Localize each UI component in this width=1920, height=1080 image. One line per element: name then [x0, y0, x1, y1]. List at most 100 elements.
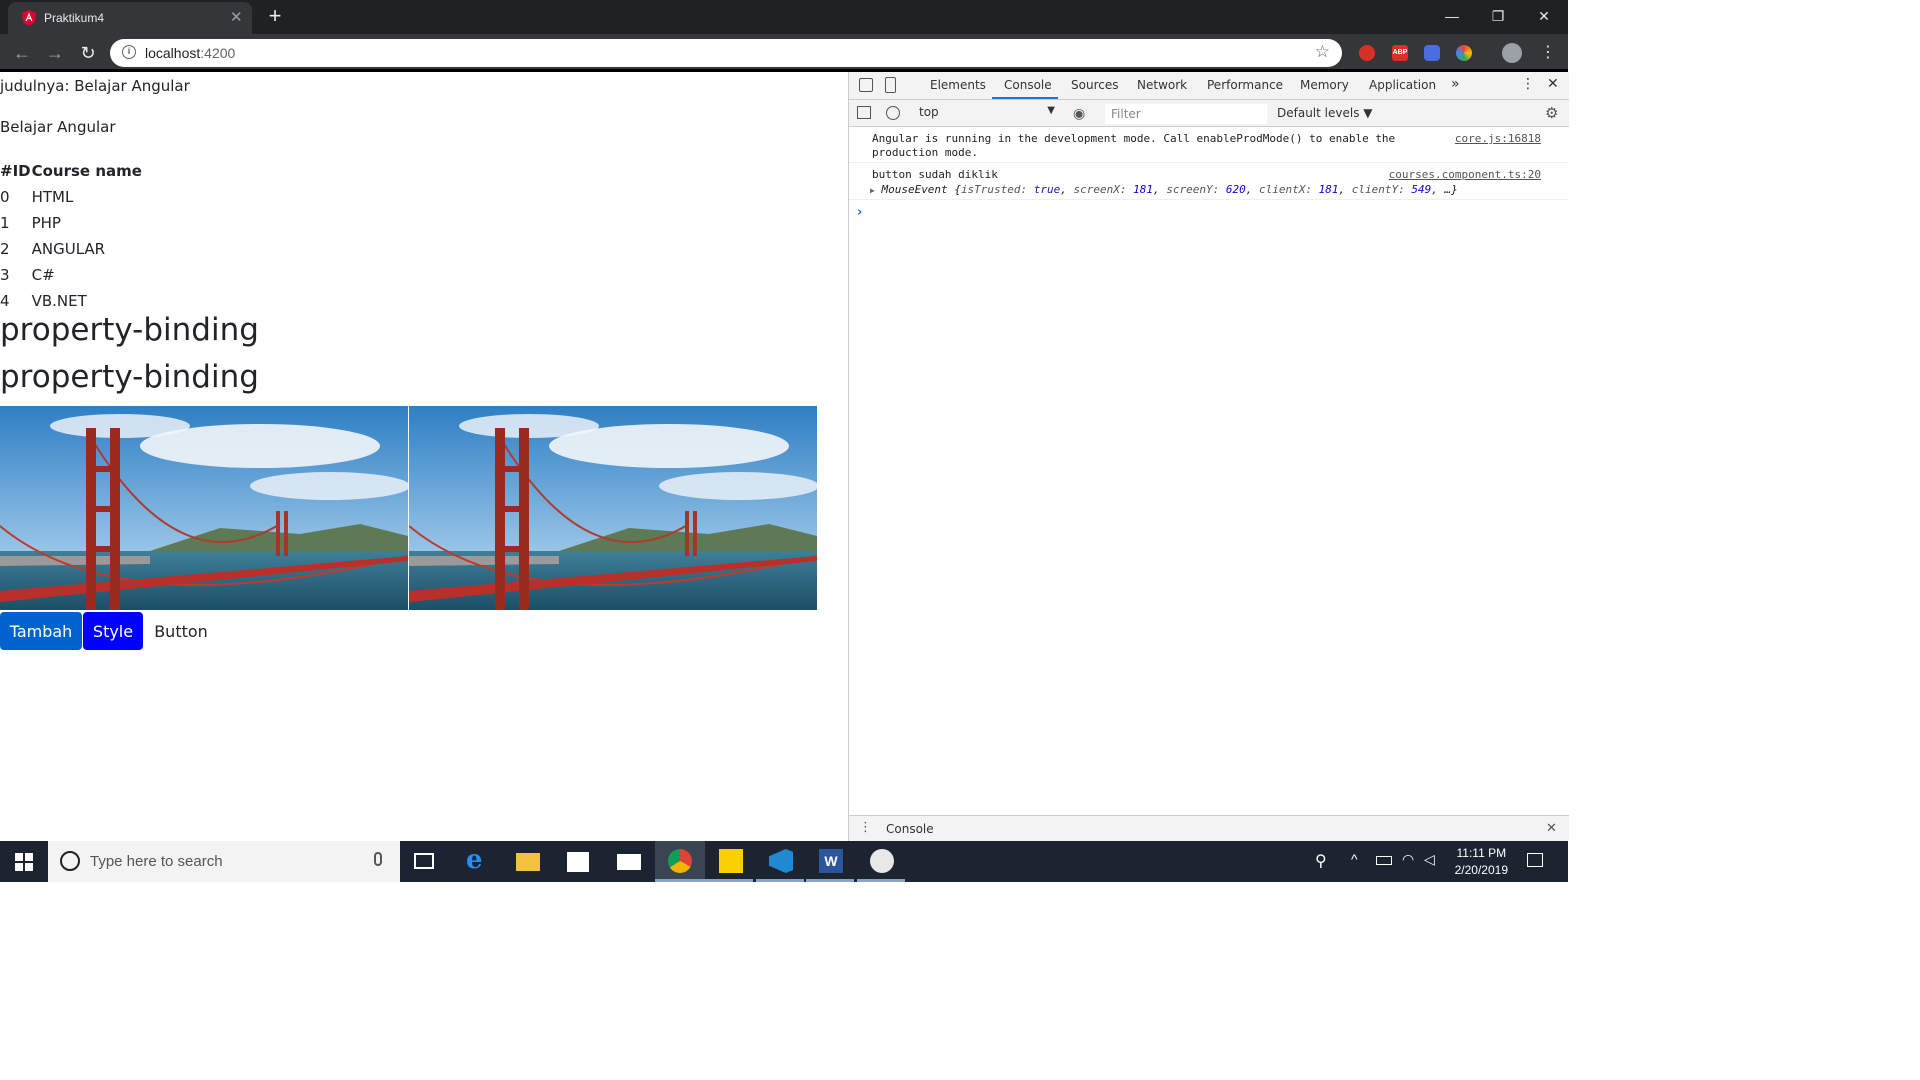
wifi-icon[interactable]: ◠	[1402, 851, 1414, 868]
column-header-id: #ID	[0, 162, 31, 180]
url-port: :4200	[200, 45, 236, 61]
mail-icon[interactable]	[617, 854, 641, 870]
cell-course: C#	[31, 266, 55, 284]
more-tabs-icon[interactable]: »	[1451, 76, 1460, 92]
microphone-icon[interactable]	[374, 852, 382, 866]
tab-title: Praktikum4	[44, 11, 105, 25]
event-object[interactable]: ▶ MouseEvent {isTrusted: true, screenX: …	[870, 182, 1569, 198]
notifications-icon[interactable]	[1527, 853, 1543, 867]
eye-icon[interactable]: ◉	[1073, 106, 1085, 122]
drawer-menu-icon[interactable]: ⋮	[859, 820, 872, 835]
object-value: true	[1033, 183, 1061, 196]
log-levels-dropdown[interactable]: Default levels ▼	[1277, 106, 1373, 120]
profile-avatar[interactable]	[1502, 43, 1522, 63]
cell-id: 0	[0, 188, 10, 206]
devtools-close-icon[interactable]: ✕	[1547, 76, 1559, 92]
drawer-tab-console[interactable]: Console	[886, 822, 934, 836]
context-selector[interactable]: top ▼	[919, 105, 1055, 119]
bookmark-star-icon[interactable]: ☆	[1315, 42, 1330, 62]
windows-start-icon[interactable]	[15, 853, 33, 871]
settings-gear-icon[interactable]: ⚙	[1545, 104, 1558, 122]
clear-console-icon[interactable]	[886, 106, 900, 120]
tab-close-icon[interactable]: ✕	[230, 9, 243, 27]
cell-course: ANGULAR	[31, 240, 106, 258]
site-info-icon[interactable]: i	[122, 45, 136, 59]
system-clock[interactable]: 11:11 PM 2/20/2019	[1455, 845, 1508, 879]
new-tab-button[interactable]: +	[264, 5, 286, 28]
volume-icon[interactable]: ◁	[1424, 851, 1435, 868]
address-bar[interactable]: i localhost:4200 ☆	[110, 39, 1342, 67]
tab-memory[interactable]: Memory	[1300, 78, 1349, 92]
restore-button[interactable]: ❐	[1475, 0, 1521, 34]
expand-arrow-icon[interactable]: ▶	[870, 186, 875, 195]
table-row: 0 HTML	[0, 184, 143, 210]
file-explorer-icon[interactable]	[516, 853, 540, 871]
tambah-button[interactable]: Tambah	[0, 612, 82, 650]
tab-sources[interactable]: Sources	[1071, 78, 1118, 92]
forward-arrow-icon[interactable]: →	[44, 42, 66, 64]
golden-gate-image	[0, 406, 408, 610]
running-indicator	[857, 879, 905, 882]
tab-console[interactable]: Console	[1004, 78, 1052, 92]
object-name: MouseEvent	[881, 183, 948, 196]
people-icon[interactable]: ⚲	[1315, 851, 1327, 871]
extension-icon[interactable]	[1424, 45, 1440, 61]
url-text[interactable]: localhost:4200	[145, 45, 235, 61]
source-link[interactable]: courses.component.ts:20	[1389, 167, 1541, 182]
chrome-menu-icon[interactable]: ⋮	[1540, 42, 1556, 62]
clock-date: 2/20/2019	[1454, 863, 1508, 877]
close-window-button[interactable]: ✕	[1521, 0, 1567, 34]
cell-course: HTML	[31, 188, 74, 206]
filter-input[interactable]: Filter	[1105, 104, 1267, 124]
url-host: localhost	[145, 45, 201, 61]
browser-tab[interactable]: Praktikum4 ✕	[8, 2, 252, 34]
task-view-icon[interactable]	[414, 853, 434, 869]
store-icon[interactable]	[567, 852, 589, 872]
object-brace: {	[954, 183, 961, 196]
abp-icon[interactable]: ABP	[1392, 45, 1408, 61]
sidebar-toggle-icon[interactable]	[857, 106, 871, 119]
source-link[interactable]: core.js:16818	[1455, 132, 1541, 146]
object-key: clientY:	[1351, 183, 1405, 196]
devtools-menu-icon[interactable]: ⋮	[1521, 76, 1535, 92]
tab-strip: Praktikum4 ✕ + — ❐ ✕	[0, 0, 1568, 34]
running-indicator	[705, 879, 753, 882]
tab-application[interactable]: Application	[1369, 78, 1436, 92]
tab-network[interactable]: Network	[1137, 78, 1187, 92]
word-icon[interactable]: W	[819, 849, 843, 873]
battery-icon[interactable]	[1376, 856, 1392, 865]
back-arrow-icon[interactable]: ←	[11, 42, 33, 64]
plain-button[interactable]: Button	[148, 612, 214, 650]
device-toolbar-icon[interactable]	[885, 77, 896, 93]
clock-time: 11:11 PM	[1456, 846, 1507, 860]
object-tail: …}	[1444, 183, 1458, 196]
style-button[interactable]: Style	[83, 612, 143, 650]
golden-gate-image	[409, 406, 817, 610]
subtitle: Belajar Angular	[0, 118, 116, 136]
edge-icon[interactable]: e	[466, 847, 490, 873]
sticky-notes-icon[interactable]	[719, 849, 743, 873]
object-key: isTrusted:	[960, 183, 1028, 196]
cortana-icon	[60, 851, 80, 871]
vscode-icon[interactable]	[769, 849, 793, 873]
running-indicator	[756, 879, 804, 882]
minimize-button[interactable]: —	[1429, 0, 1475, 34]
inspect-element-icon[interactable]	[859, 78, 873, 92]
console-prompt[interactable]: ›	[857, 205, 862, 220]
color-picker-icon[interactable]	[1456, 45, 1472, 61]
page-content: judulnya: Belajar Angular Belajar Angula…	[0, 72, 848, 841]
console-toolbar: top ▼ ◉ Filter Default levels ▼ ⚙	[849, 100, 1569, 127]
chrome-icon[interactable]	[668, 849, 692, 873]
taskbar-search-box[interactable]: Type here to search	[48, 841, 400, 882]
paint-icon[interactable]	[870, 849, 894, 873]
tab-performance[interactable]: Performance	[1207, 78, 1283, 92]
dropdown-arrow-icon: ▼	[1047, 105, 1055, 116]
adblock-icon[interactable]	[1359, 45, 1375, 61]
show-hidden-icons[interactable]: ^	[1351, 851, 1358, 867]
drawer-close-icon[interactable]: ✕	[1546, 821, 1557, 836]
cell-id: 2	[0, 240, 10, 258]
table-row: 3 C#	[0, 262, 143, 288]
reload-icon[interactable]: ↻	[77, 42, 99, 64]
tab-elements[interactable]: Elements	[930, 78, 986, 92]
table-row: 4 VB.NET	[0, 288, 143, 314]
